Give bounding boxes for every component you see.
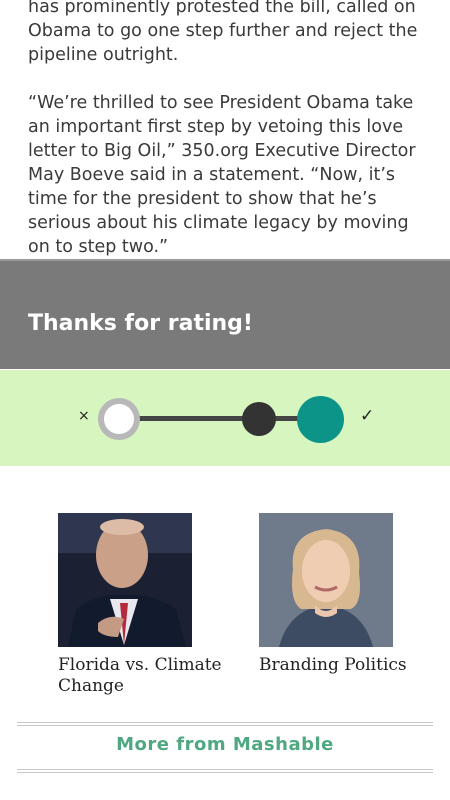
rating-option-empty[interactable] (98, 398, 140, 440)
rating-thanks-banner: Thanks for rating! (0, 259, 450, 369)
rating-track[interactable] (118, 416, 318, 421)
divider (17, 722, 433, 726)
thanks-for-rating-label: Thanks for rating! (28, 311, 253, 336)
story-thumbnail[interactable] (259, 513, 393, 647)
rating-slider[interactable]: × ✓ (0, 370, 450, 466)
related-story-card[interactable]: Branding Politics (259, 513, 429, 676)
divider (17, 769, 433, 773)
more-from-mashable-link[interactable]: More from Mashable (0, 734, 450, 755)
article-paragraph: has prominently protested the bill, call… (28, 0, 418, 65)
rating-option-mid[interactable] (242, 402, 276, 436)
man-in-suit-speaking-photo (58, 513, 192, 647)
check-icon: ✓ (360, 406, 375, 426)
article-body: has prominently protested the bill, call… (0, 0, 450, 259)
woman-portrait-photo (259, 513, 393, 647)
related-story-title[interactable]: Branding Politics (259, 655, 429, 676)
story-thumbnail[interactable] (58, 513, 192, 647)
rating-option-selected[interactable] (297, 396, 344, 443)
related-story-card[interactable]: Florida vs. Climate Change (58, 513, 228, 697)
related-story-title[interactable]: Florida vs. Climate Change (58, 655, 228, 697)
close-x-icon: × (78, 408, 90, 424)
article-quote-paragraph: “We’re thrilled to see President Obama t… (28, 93, 416, 257)
